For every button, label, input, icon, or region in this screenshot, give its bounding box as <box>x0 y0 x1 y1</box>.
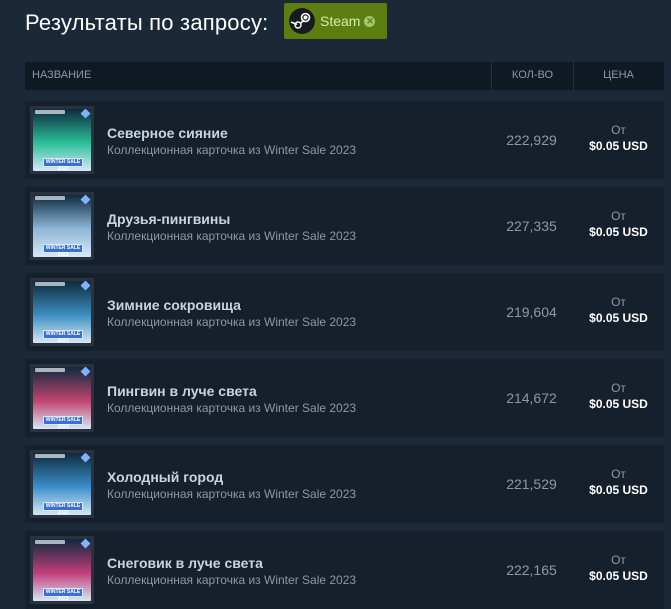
card-thumbnail: WINTER SALE 2023 <box>30 364 94 432</box>
card-thumbnail: WINTER SALE 2023 <box>30 278 94 346</box>
card-thumbnail: WINTER SALE 2023 <box>30 450 94 518</box>
item-price: От $0.05 USD <box>573 466 664 498</box>
item-subtitle: Коллекционная карточка из Winter Sale 20… <box>107 573 357 587</box>
price-from-label: От <box>611 553 626 567</box>
price-amount: $0.05 USD <box>589 483 648 497</box>
steam-logo-icon <box>289 8 315 34</box>
item-quantity: 222,165 <box>506 562 557 578</box>
item-quantity: 219,604 <box>506 304 557 320</box>
card-art-image: WINTER SALE 2023 <box>33 367 91 429</box>
price-from-label: От <box>611 209 626 223</box>
item-price: От $0.05 USD <box>573 380 664 412</box>
results-table-header: НАЗВАНИЕ КОЛ-ВО ЦЕНА <box>25 62 664 90</box>
card-thumbnail: WINTER SALE 2023 <box>30 192 94 260</box>
item-quantity: 222,929 <box>506 132 557 148</box>
app-filter-label: Steam <box>320 13 361 29</box>
page-title: Результаты по запросу: <box>25 10 269 35</box>
card-thumbnail: WINTER SALE 2023 <box>30 536 94 604</box>
item-name[interactable]: Зимние сокровища <box>107 297 241 313</box>
card-art-image: WINTER SALE 2023 <box>33 109 91 171</box>
listing-row[interactable]: WINTER SALE 2023 Холодный город Коллекци… <box>25 445 664 523</box>
item-name[interactable]: Пингвин в луче света <box>107 383 257 399</box>
price-from-label: От <box>611 467 626 481</box>
card-art-image: WINTER SALE 2023 <box>33 539 91 601</box>
price-amount: $0.05 USD <box>589 311 648 325</box>
app-filter-tag[interactable]: Steam ✕ <box>284 3 387 39</box>
item-name[interactable]: Холодный город <box>107 469 223 485</box>
item-price: От $0.05 USD <box>573 552 664 584</box>
item-quantity: 227,335 <box>506 218 557 234</box>
item-quantity: 214,672 <box>506 390 557 406</box>
item-quantity: 221,529 <box>506 476 557 492</box>
column-header-quantity[interactable]: КОЛ-ВО <box>491 62 574 90</box>
item-price: От $0.05 USD <box>573 122 664 154</box>
price-from-label: От <box>611 295 626 309</box>
price-amount: $0.05 USD <box>589 139 648 153</box>
item-name[interactable]: Северное сияние <box>107 125 228 141</box>
column-header-name[interactable]: НАЗВАНИЕ <box>32 62 91 90</box>
listing-row[interactable]: WINTER SALE 2023 Снеговик в луче света К… <box>25 531 664 609</box>
item-subtitle: Коллекционная карточка из Winter Sale 20… <box>107 401 357 415</box>
item-name[interactable]: Друзья-пингвины <box>107 211 230 227</box>
card-art-image: WINTER SALE 2023 <box>33 195 91 257</box>
listing-row[interactable]: WINTER SALE 2023 Зимние сокровища Коллек… <box>25 273 664 351</box>
column-header-price[interactable]: ЦЕНА <box>573 62 664 90</box>
price-amount: $0.05 USD <box>589 397 648 411</box>
card-art-image: WINTER SALE 2023 <box>33 453 91 515</box>
item-subtitle: Коллекционная карточка из Winter Sale 20… <box>107 487 357 501</box>
price-from-label: От <box>611 381 626 395</box>
item-subtitle: Коллекционная карточка из Winter Sale 20… <box>107 143 357 157</box>
listing-row[interactable]: WINTER SALE 2023 Пингвин в луче света Ко… <box>25 359 664 437</box>
price-amount: $0.05 USD <box>589 569 648 583</box>
close-icon[interactable]: ✕ <box>364 15 376 27</box>
item-price: От $0.05 USD <box>573 294 664 326</box>
price-amount: $0.05 USD <box>589 225 648 239</box>
item-subtitle: Коллекционная карточка из Winter Sale 20… <box>107 229 357 243</box>
item-price: От $0.05 USD <box>573 208 664 240</box>
price-from-label: От <box>611 123 626 137</box>
listing-row[interactable]: WINTER SALE 2023 Северное сияние Коллекц… <box>25 101 664 179</box>
listing-row[interactable]: WINTER SALE 2023 Друзья-пингвины Коллекц… <box>25 187 664 265</box>
item-name[interactable]: Снеговик в луче света <box>107 555 263 571</box>
item-subtitle: Коллекционная карточка из Winter Sale 20… <box>107 315 357 329</box>
card-art-image: WINTER SALE 2023 <box>33 281 91 343</box>
card-thumbnail: WINTER SALE 2023 <box>30 106 94 174</box>
